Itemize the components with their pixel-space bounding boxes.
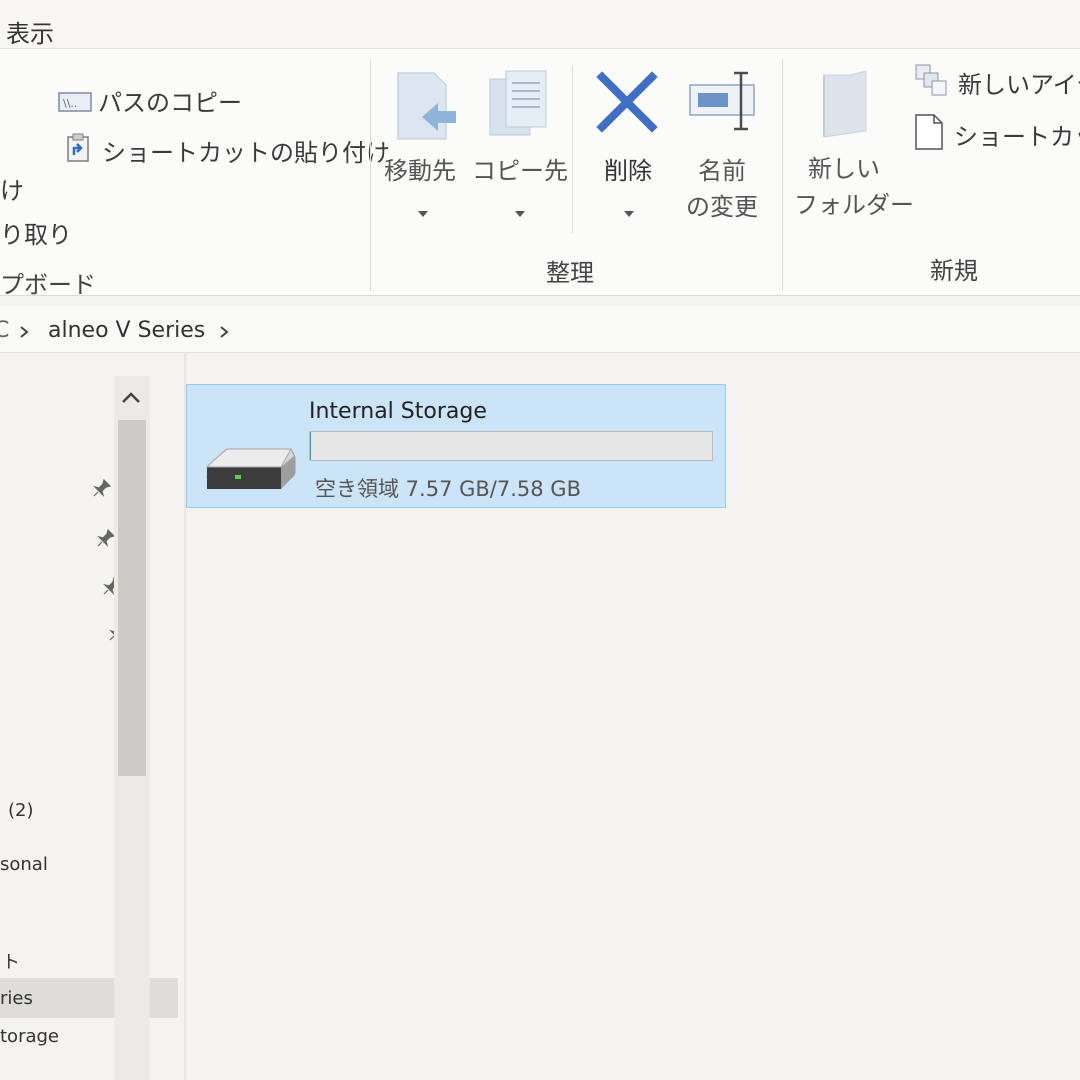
new-item-label: 新しいアイテ bbox=[958, 71, 1080, 99]
drive-name: Internal Storage bbox=[309, 399, 487, 424]
copy-path-icon: \\.. bbox=[58, 91, 92, 117]
new-item-icon bbox=[914, 63, 948, 101]
move-to-icon bbox=[394, 71, 458, 145]
nav-item-count[interactable]: (2) bbox=[8, 800, 34, 821]
new-folder-button[interactable]: 新しい フォルダー bbox=[794, 67, 914, 237]
hard-drive-icon bbox=[205, 445, 297, 497]
nav-item-series[interactable]: ries bbox=[0, 988, 33, 1009]
delete-button[interactable]: 削除 bbox=[588, 69, 668, 239]
ribbon: \\.. パスのコピー ショートカットの貼り付け け り取り プボード 移動先 bbox=[0, 48, 1080, 299]
breadcrumb-item[interactable]: alneo V Series bbox=[48, 318, 205, 343]
move-to-label: 移動先 bbox=[384, 157, 456, 185]
copy-path-label: パスのコピー bbox=[98, 89, 242, 117]
new-group-title: 新規 bbox=[930, 257, 978, 285]
separator bbox=[572, 65, 573, 233]
drive-usage-fill bbox=[310, 432, 311, 460]
rename-icon bbox=[688, 71, 758, 137]
clipboard-group-title: プボード bbox=[0, 271, 96, 299]
easy-access-icon bbox=[914, 113, 944, 155]
scrollbar-thumb[interactable] bbox=[118, 420, 146, 776]
copy-to-button[interactable]: コピー先 bbox=[472, 69, 568, 239]
chevron-down-icon bbox=[624, 211, 634, 217]
delete-icon bbox=[596, 71, 658, 137]
chevron-down-icon bbox=[418, 211, 428, 217]
chevron-right-icon[interactable] bbox=[218, 324, 230, 343]
separator bbox=[370, 59, 371, 291]
new-folder-icon bbox=[820, 69, 870, 143]
pin-icon[interactable] bbox=[92, 478, 112, 502]
new-folder-label-line1: 新しい bbox=[808, 155, 880, 183]
chevron-up-icon[interactable] bbox=[120, 390, 142, 409]
rename-label-line1: 名前 bbox=[698, 157, 746, 185]
nav-item-storage[interactable]: torage bbox=[0, 1026, 59, 1047]
pin-icon[interactable] bbox=[96, 528, 116, 552]
svg-text:\\..: \\.. bbox=[63, 97, 77, 110]
chevron-down-icon bbox=[515, 211, 525, 217]
separator bbox=[782, 59, 783, 291]
new-folder-label-line2: フォルダー bbox=[794, 191, 914, 219]
drive-usage-bar bbox=[309, 431, 713, 461]
rename-label-line2: の変更 bbox=[686, 193, 758, 221]
organize-group-title: 整理 bbox=[546, 259, 594, 287]
paste-button[interactable]: け bbox=[0, 171, 24, 206]
menu-view[interactable]: 表示 bbox=[6, 14, 54, 49]
rename-button[interactable]: 名前 の変更 bbox=[680, 69, 764, 239]
drive-tile-internal-storage[interactable]: Internal Storage 空き領域 7.57 GB/7.58 GB bbox=[186, 384, 726, 508]
address-bar[interactable]: C alneo V Series bbox=[0, 306, 1080, 353]
easy-access-label: ショートカット bbox=[954, 123, 1080, 151]
paste-shortcut-icon bbox=[66, 133, 92, 167]
nav-item-personal[interactable]: sonal bbox=[0, 854, 48, 875]
cut-button[interactable]: り取り bbox=[0, 215, 72, 250]
copy-to-icon bbox=[486, 69, 552, 143]
delete-label: 削除 bbox=[604, 157, 652, 185]
copy-to-label: コピー先 bbox=[472, 157, 568, 185]
move-to-button[interactable]: 移動先 bbox=[380, 69, 460, 239]
drive-free-space: 空き領域 7.57 GB/7.58 GB bbox=[315, 477, 581, 501]
menu-bar: 表示 bbox=[0, 0, 1080, 48]
breadcrumb-root[interactable]: C bbox=[0, 318, 9, 343]
nav-item-fragment[interactable]: ト bbox=[2, 948, 20, 974]
chevron-right-icon[interactable] bbox=[18, 324, 30, 343]
paste-shortcut-label: ショートカットの貼り付け bbox=[102, 139, 390, 167]
nav-scrollbar[interactable] bbox=[114, 376, 184, 1080]
